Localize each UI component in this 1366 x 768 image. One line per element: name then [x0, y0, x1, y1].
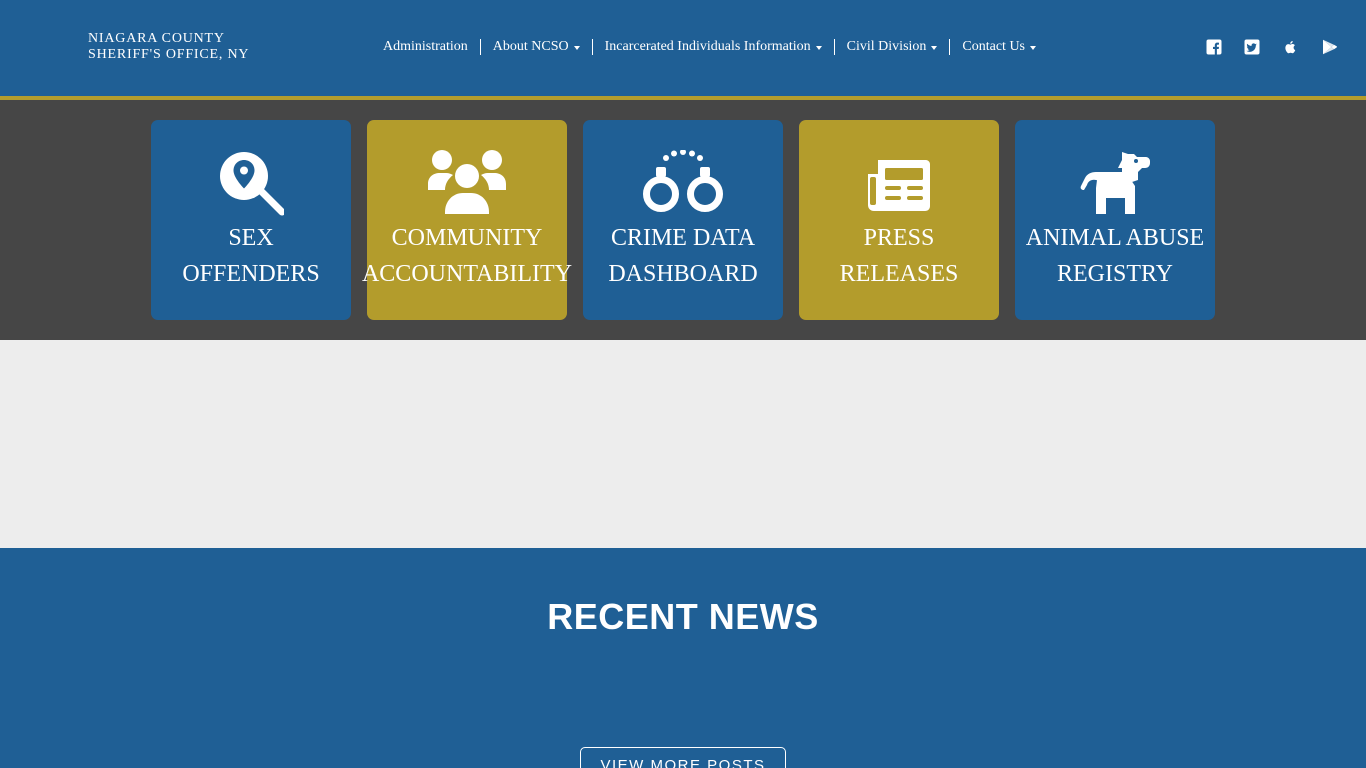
nav-label: About NCSO — [492, 39, 569, 54]
facebook-icon[interactable] — [1205, 38, 1223, 56]
tile-label-line-1: ANIMAL ABUSE — [1025, 225, 1205, 251]
caret-down-icon — [815, 46, 822, 50]
tile-label: COMMUNITY ACCOUNTABILITY — [347, 220, 587, 292]
tile-label-line-2: ACCOUNTABILITY — [361, 261, 573, 287]
tile-label-line-2: OFFENDERS — [182, 261, 320, 287]
users-icon — [426, 150, 508, 216]
caret-down-icon — [1030, 46, 1037, 50]
recent-news-heading: RECENT NEWS — [547, 596, 819, 637]
nav-label: Civil Division — [846, 39, 927, 54]
apple-icon[interactable] — [1281, 38, 1299, 56]
twitter-icon[interactable] — [1243, 38, 1261, 56]
tile-sex-offenders[interactable]: SEX OFFENDERS — [151, 120, 351, 320]
nav-civil-division[interactable]: Civil Division — [833, 39, 950, 55]
nav-incarcerated-info[interactable]: Incarcerated Individuals Information — [591, 39, 834, 55]
nav-label: Administration — [383, 39, 468, 54]
tile-label-line-2: DASHBOARD — [608, 261, 758, 287]
tile-label: SEX OFFENDERS — [131, 220, 371, 292]
caret-down-icon — [931, 46, 938, 50]
tile-label-line-1: CRIME DATA — [610, 225, 756, 251]
nav-label: Incarcerated Individuals Information — [604, 39, 811, 54]
nav-contact-us[interactable]: Contact Us — [949, 39, 1048, 55]
tile-community-accountability[interactable]: COMMUNITY ACCOUNTABILITY — [362, 120, 572, 320]
tile-label-line-1: SEX — [228, 225, 274, 251]
recent-news-section: RECENT NEWS VIEW MORE POSTS — [0, 548, 1366, 768]
google-play-icon[interactable] — [1320, 38, 1338, 56]
dog-icon — [1078, 150, 1152, 216]
brand-line-2: SHERIFF'S OFFICE, NY — [88, 47, 250, 62]
brand-line-1: NIAGARA COUNTY — [88, 31, 225, 46]
tile-animal-abuse-registry[interactable]: ANIMAL ABUSE REGISTRY — [1015, 120, 1215, 320]
newspaper-icon — [866, 150, 932, 216]
tile-label-line-1: PRESS — [863, 225, 935, 251]
handcuffs-icon — [642, 150, 724, 216]
site-header: NIAGARA COUNTY SHERIFF'S OFFICE, NY Admi… — [0, 0, 1366, 96]
tile-label: ANIMAL ABUSE REGISTRY — [995, 220, 1235, 292]
tile-label: PRESS RELEASES — [779, 220, 1019, 292]
nav-about-ncso[interactable]: About NCSO — [479, 39, 592, 55]
search-location-icon — [218, 150, 284, 216]
caret-down-icon — [573, 46, 580, 50]
nav-administration[interactable]: Administration — [371, 39, 480, 55]
tile-press-releases[interactable]: PRESS RELEASES — [799, 120, 999, 320]
content-spacer — [0, 340, 1366, 548]
tile-label-line-2: REGISTRY — [1056, 261, 1173, 287]
view-more-posts-button[interactable]: VIEW MORE POSTS — [580, 747, 786, 768]
tile-label-line-1: COMMUNITY — [391, 225, 543, 251]
tile-crime-data-dashboard[interactable]: CRIME DATA DASHBOARD — [583, 120, 783, 320]
quick-links-band: SEX OFFENDERS COMMUNITY ACCOUNTABILITY C… — [0, 100, 1366, 340]
site-logo-text[interactable]: NIAGARA COUNTY SHERIFF'S OFFICE, NY — [88, 31, 249, 63]
main-nav: Administration About NCSO Incarcerated I… — [371, 38, 1048, 56]
nav-label: Contact Us — [962, 39, 1026, 54]
tile-label: CRIME DATA DASHBOARD — [563, 220, 803, 292]
tile-label-line-2: RELEASES — [839, 261, 959, 287]
